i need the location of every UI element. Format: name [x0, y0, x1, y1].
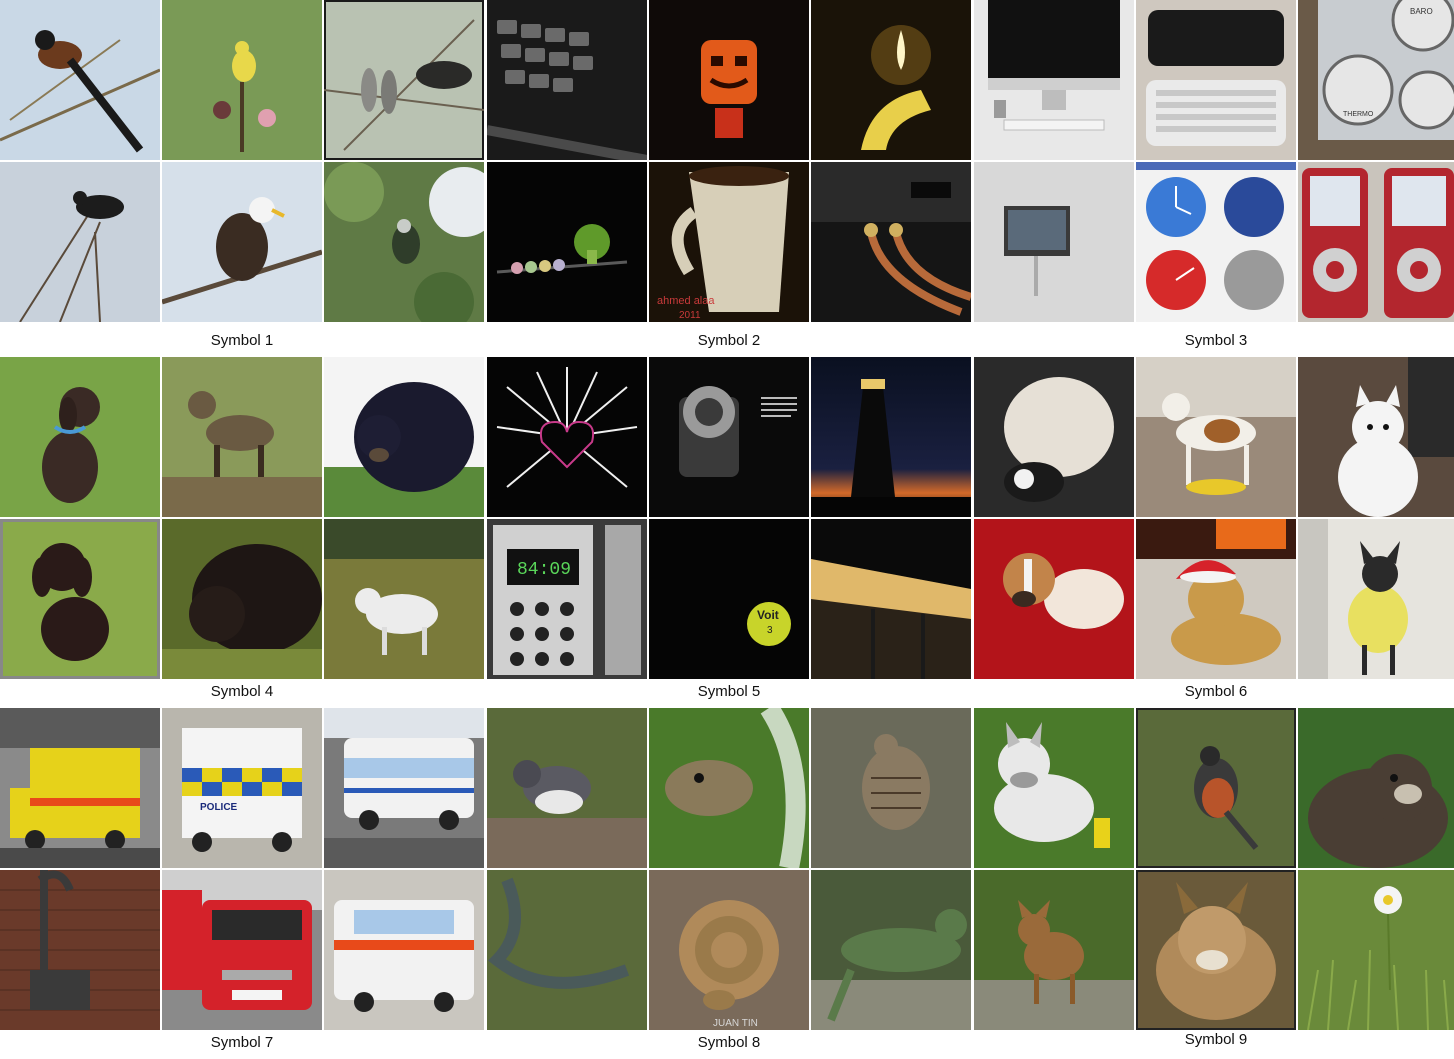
symbol-6-image-1 [974, 357, 1134, 517]
symbol-1-image-3 [324, 0, 484, 160]
symbol-1-image-4 [0, 162, 160, 322]
symbol-2-panel: ahmed alaa 2011 Symbol 2 [487, 0, 971, 349]
symbol-4-image-4 [0, 519, 160, 679]
symbol-3-caption: Symbol 3 [1184, 332, 1248, 349]
symbol-7-image-6 [324, 870, 484, 1030]
symbol-7-image-1 [0, 708, 160, 868]
display-time: 84:09 [517, 560, 571, 580]
symbol-5-image-2 [649, 357, 809, 517]
symbol-2-image-2 [649, 0, 809, 160]
watermark-text: ahmed alaa [657, 295, 715, 307]
symbol-1-caption: Symbol 1 [210, 332, 274, 349]
symbol-3-image-grid: BARO THERMO [974, 0, 1454, 322]
symbol-9-image-6 [1298, 870, 1454, 1030]
symbol-5-image-grid: 84:09 Voit 3 [487, 357, 971, 679]
symbol-2-image-6 [811, 162, 971, 322]
symbol-2-image-3 [811, 0, 971, 160]
symbol-7-image-5 [162, 870, 322, 1030]
symbol-8-image-3 [811, 708, 971, 868]
symbol-5-caption: Symbol 5 [697, 683, 761, 700]
symbol-8-panel: JUAN TIN Symbol 8 [487, 708, 971, 1051]
symbol-1-panel: Symbol 1 [0, 0, 484, 349]
symbol-6-image-5 [1136, 519, 1296, 679]
symbol-9-image-1 [974, 708, 1134, 868]
symbol-8-image-1 [487, 708, 647, 868]
symbol-9-panel: Symbol 9 [974, 708, 1454, 1048]
symbol-3-image-4 [974, 162, 1134, 322]
symbol-3-image-1 [974, 0, 1134, 160]
symbol-2-image-4 [487, 162, 647, 322]
symbol-6-panel: Symbol 6 [974, 357, 1454, 700]
symbol-4-image-6 [324, 519, 484, 679]
baro-label: BARO [1410, 7, 1433, 16]
thermo-label: THERMO [1343, 111, 1374, 118]
symbol-2-image-5: ahmed alaa 2011 [649, 162, 809, 322]
symbol-8-image-grid: JUAN TIN [487, 708, 971, 1030]
symbol-4-image-3 [324, 357, 484, 517]
symbol-6-image-4 [974, 519, 1134, 679]
symbol-8-image-4 [487, 870, 647, 1030]
symbol-8-image-6 [811, 870, 971, 1030]
symbol-1-image-2 [162, 0, 322, 160]
symbol-1-image-5 [162, 162, 322, 322]
symbol-8-image-2 [649, 708, 809, 868]
symbol-7-caption: Symbol 7 [210, 1034, 274, 1051]
symbol-6-image-grid [974, 357, 1454, 679]
symbol-8-image-5: JUAN TIN [649, 870, 809, 1030]
symbol-9-image-5 [1136, 870, 1296, 1030]
symbol-9-image-3 [1298, 708, 1454, 868]
symbol-9-caption: Symbol 9 [1184, 1031, 1248, 1048]
symbol-2-image-grid: ahmed alaa 2011 [487, 0, 971, 322]
symbol-3-image-2 [1136, 0, 1296, 160]
symbol-4-image-2 [162, 357, 322, 517]
symbol-5-image-1 [487, 357, 647, 517]
symbol-4-caption: Symbol 4 [210, 683, 274, 700]
police-label: POLICE [200, 802, 238, 813]
symbol-6-caption: Symbol 6 [1184, 683, 1248, 700]
symbol-3-image-6 [1298, 162, 1454, 322]
symbol-3-panel: BARO THERMO Symbol 3 [974, 0, 1454, 349]
symbol-1-image-grid [0, 0, 484, 322]
symbol-1-image-1 [0, 0, 160, 160]
symbol-5-image-3 [811, 357, 971, 517]
symbol-2-caption: Symbol 2 [697, 332, 761, 349]
symbol-4-image-1 [0, 357, 160, 517]
symbol-6-image-3 [1298, 357, 1454, 517]
symbol-3-image-3: BARO THERMO [1298, 0, 1454, 160]
symbol-6-image-6 [1298, 519, 1454, 679]
symbol-3-image-5 [1136, 162, 1296, 322]
watermark-year: 2011 [679, 310, 701, 321]
symbol-5-image-5: Voit 3 [649, 519, 809, 679]
symbol-7-image-3 [324, 708, 484, 868]
symbol-7-image-4 [0, 870, 160, 1030]
symbol-7-image-grid: POLICE [0, 708, 484, 1030]
symbol-8-caption: Symbol 8 [697, 1034, 761, 1051]
symbol-5-image-4: 84:09 [487, 519, 647, 679]
symbol-7-image-2: POLICE [162, 708, 322, 868]
symbol-9-image-grid [974, 708, 1454, 1030]
symbol-5-image-6 [811, 519, 971, 679]
symbol-9-image-4 [974, 870, 1134, 1030]
symbol-6-image-2 [1136, 357, 1296, 517]
symbol-1-image-6 [324, 162, 484, 322]
symbol-7-panel: POLICE Symbol 7 [0, 708, 484, 1051]
ball-number: 3 [767, 625, 773, 636]
photo-watermark: JUAN TIN [713, 1018, 758, 1029]
symbol-4-panel: Symbol 4 [0, 357, 484, 700]
symbol-9-image-2 [1136, 708, 1296, 868]
symbol-2-image-1 [487, 0, 647, 160]
symbol-4-image-grid [0, 357, 484, 679]
symbol-4-image-5 [162, 519, 322, 679]
ball-brand: Voit [757, 608, 779, 622]
symbol-5-panel: 84:09 Voit 3 Symbol 5 [487, 357, 971, 700]
